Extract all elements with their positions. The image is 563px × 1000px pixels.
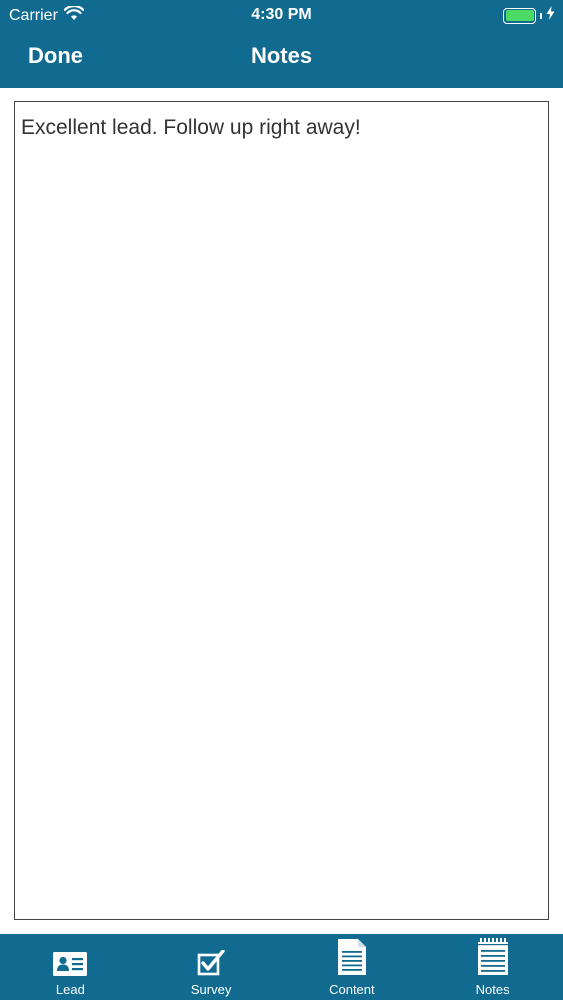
tab-content[interactable]: Content [282,934,423,1000]
page-title: Notes [250,43,313,68]
notepad-icon [477,938,509,982]
contact-card-icon [53,952,88,982]
carrier-label: Carrier [9,7,58,24]
header: Carrier 4:30 PM Done Notes [0,0,563,88]
tab-survey[interactable]: Survey [141,934,282,1000]
tab-bar: Lead Survey Content Notes [0,934,563,1000]
battery-fill [505,10,534,21]
status-time: 4:30 PM [251,6,312,23]
carrier-info: Carrier [9,4,85,26]
tab-label: Lead [55,982,85,997]
tab-label: Notes [475,982,510,997]
document-icon [337,938,367,982]
tab-notes[interactable]: Notes [422,934,563,1000]
battery-indicator [503,6,555,25]
status-bar: Carrier 4:30 PM [0,0,563,30]
done-button[interactable]: Done [28,43,83,69]
navigation-bar: Done Notes [0,30,563,88]
wifi-icon [63,4,85,26]
charging-bolt-icon [546,6,555,25]
tab-lead[interactable]: Lead [0,934,141,1000]
tab-label: Survey [190,982,232,997]
tab-label: Content [329,982,375,997]
checkbox-icon [197,950,225,982]
battery-tip [540,12,542,19]
notes-text-area[interactable]: Excellent lead. Follow up right away! [14,101,549,920]
battery-icon [503,7,536,24]
